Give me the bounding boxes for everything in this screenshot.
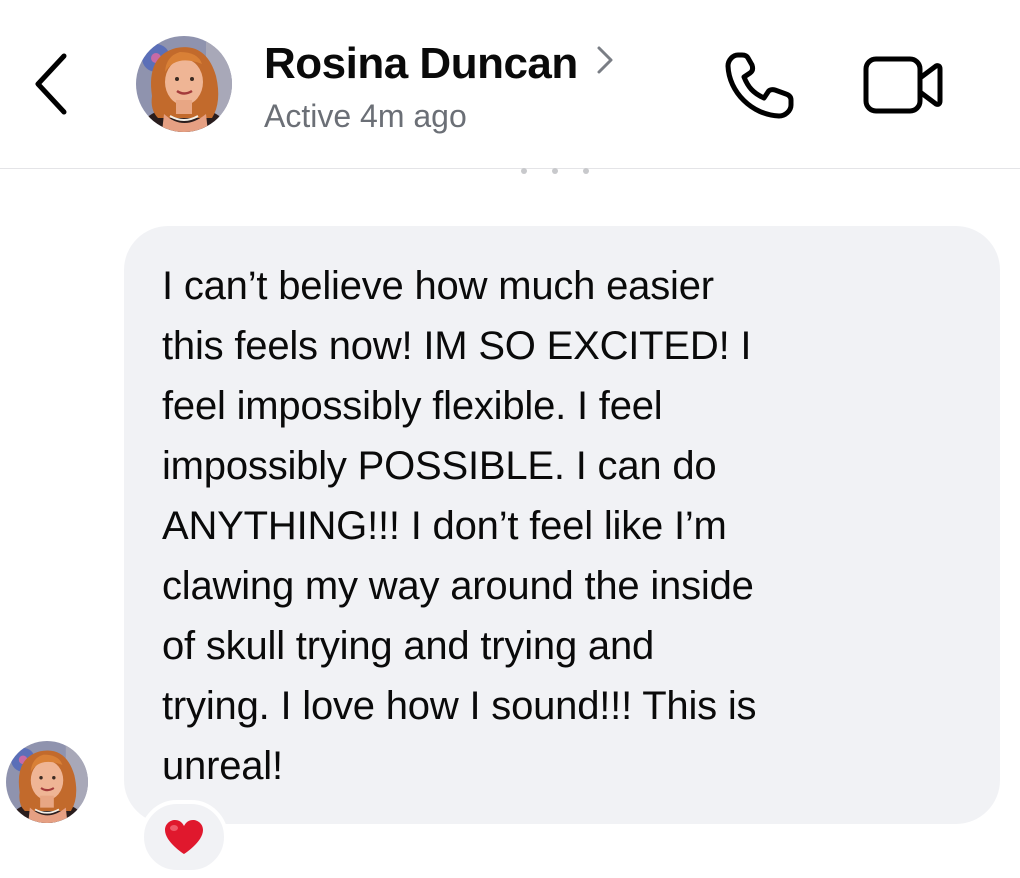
contact-name: Rosina Duncan [264,39,578,88]
phone-icon [725,52,794,119]
sender-avatar[interactable] [6,741,88,823]
red-heart-icon [165,820,203,854]
contact-name-button[interactable]: Rosina Duncan [264,36,614,92]
back-button[interactable] [28,52,76,116]
chevron-left-icon [35,53,67,115]
video-camera-icon [863,56,943,114]
voice-call-button[interactable] [722,50,798,122]
active-status: Active 4m ago [264,98,467,134]
contact-avatar[interactable] [136,36,232,132]
loading-dots [521,168,589,174]
video-call-button[interactable] [862,52,946,118]
chat-header: Rosina Duncan Active 4m ago [0,0,1020,169]
message-reaction[interactable] [140,800,228,874]
message-text: I can’t believe how much easier this fee… [162,264,757,788]
message-bubble[interactable]: I can’t believe how much easier this fee… [124,226,1000,824]
chevron-right-icon [597,46,613,74]
